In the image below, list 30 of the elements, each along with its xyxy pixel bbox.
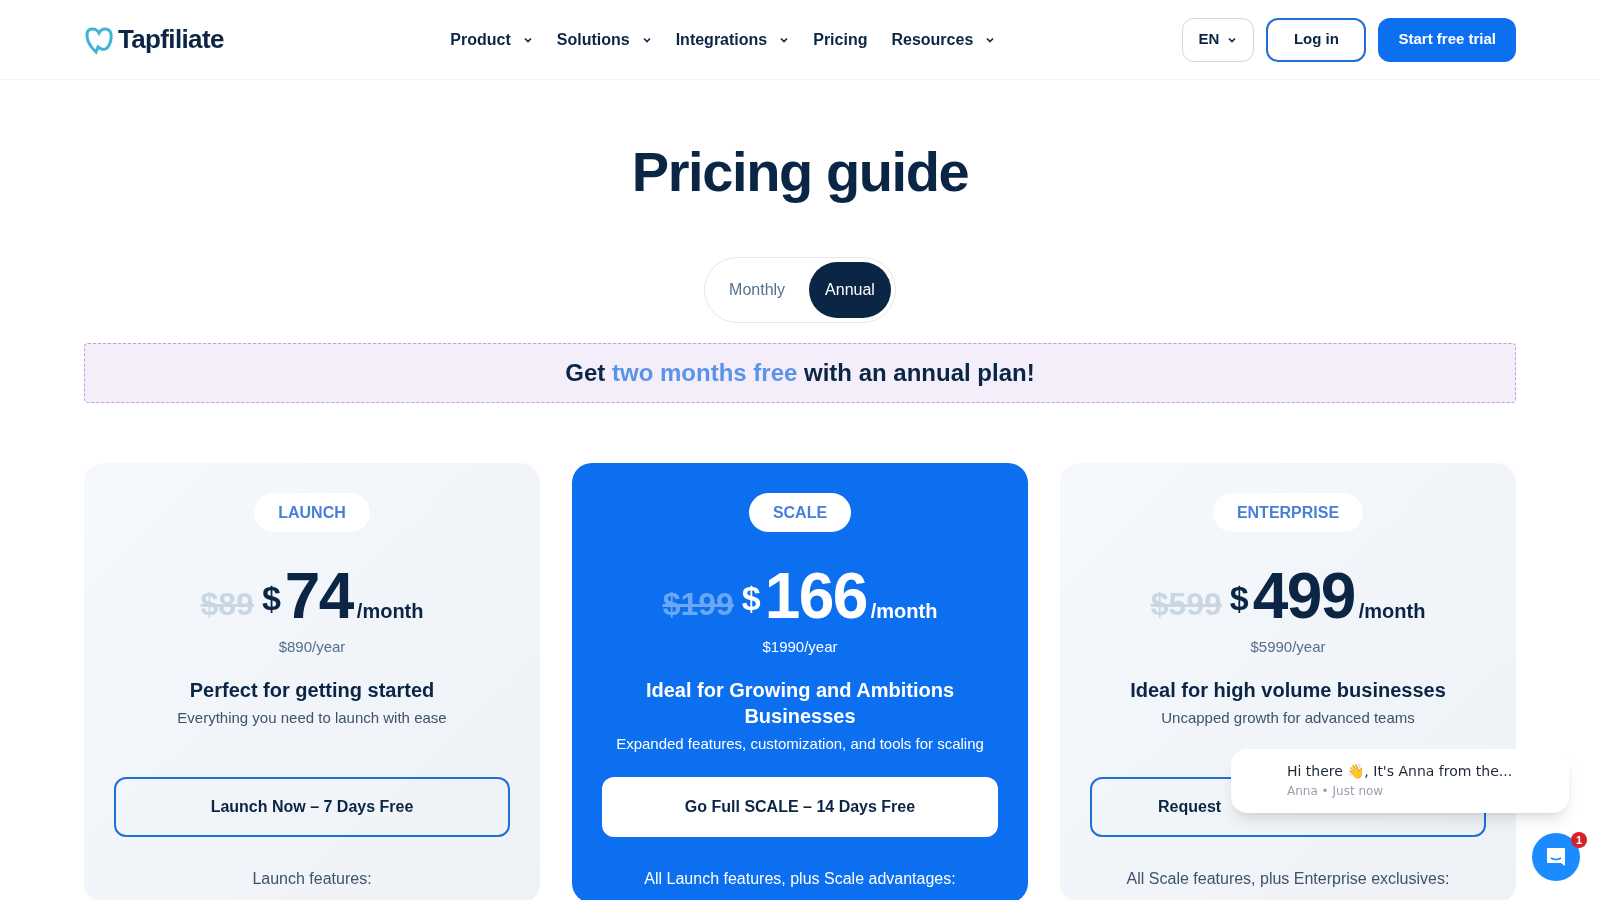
price-amount: 166	[764, 564, 867, 629]
plan-description: Expanded features, customization, and tools for scaling	[616, 733, 984, 754]
promo-text: Get two months free with an annual plan!	[565, 358, 1035, 389]
currency-symbol: $	[1229, 578, 1249, 620]
chat-message: Hi there 👋, It's Anna from the...	[1287, 762, 1514, 781]
plan-badge: SCALE	[748, 493, 852, 533]
yearly-price: $1990/year	[762, 637, 838, 658]
chat-byline: Anna • Just now	[1287, 783, 1385, 800]
currency-symbol: $	[741, 578, 761, 620]
old-price: $199	[662, 585, 734, 625]
plan-badge: LAUNCH	[254, 493, 370, 533]
price-amount: 499	[1252, 564, 1355, 629]
plan-description: Uncapped growth for advanced teams	[1161, 707, 1415, 728]
plan-tagline: Ideal for Growing and Ambitions Businesses	[644, 677, 956, 729]
plan-badge: ENTERPRISE	[1212, 493, 1364, 533]
yearly-price: $5990/year	[1250, 637, 1326, 658]
features-heading: All Launch features, plus Scale advantages:	[644, 868, 956, 889]
page-title: Pricing guide	[631, 139, 969, 205]
plan-tagline: Ideal for high volume businesses	[1129, 677, 1447, 703]
yearly-price: $890/year	[278, 637, 346, 658]
plan-tagline: Perfect for getting started	[188, 677, 436, 703]
price-period: /month	[356, 599, 424, 625]
price-amount: 74	[284, 564, 353, 629]
currency-symbol: $	[261, 578, 281, 620]
price-period: /month	[1358, 599, 1426, 625]
features-heading: All Scale features, plus Enterprise exclusives:	[1126, 868, 1450, 889]
features-heading: Launch features:	[252, 868, 372, 889]
unread-badge: 1	[1571, 832, 1587, 848]
price-period: /month	[870, 599, 938, 625]
plan-description: Everything you need to launch with ease	[177, 707, 447, 728]
